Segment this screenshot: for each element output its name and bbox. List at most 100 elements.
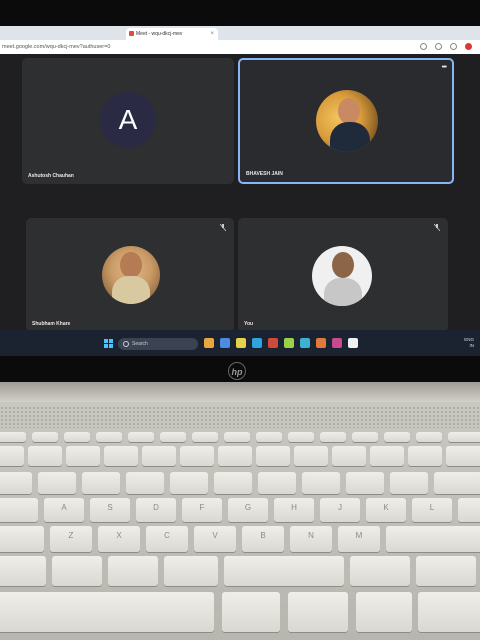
key[interactable] (294, 446, 328, 466)
key[interactable] (288, 432, 314, 442)
app-icon[interactable] (284, 338, 294, 348)
key[interactable] (408, 446, 442, 466)
key[interactable] (82, 472, 120, 494)
folder-icon[interactable] (236, 338, 246, 348)
participant-tile[interactable]: A Ashutosh Chauhan (22, 58, 234, 184)
app-icon[interactable] (316, 338, 326, 348)
start-icon[interactable] (104, 339, 113, 348)
key[interactable] (64, 432, 90, 442)
key[interactable] (222, 592, 280, 632)
key[interactable] (214, 472, 252, 494)
key[interactable] (370, 446, 404, 466)
key-g[interactable]: G (228, 498, 268, 522)
key[interactable] (346, 472, 384, 494)
arrow-left-key[interactable] (356, 592, 412, 632)
app-icon[interactable] (348, 338, 358, 348)
shift-key[interactable] (0, 526, 44, 552)
key-d[interactable]: D (136, 498, 176, 522)
app-icon[interactable] (204, 338, 214, 348)
key[interactable] (320, 432, 346, 442)
key[interactable] (434, 472, 480, 494)
key[interactable] (446, 446, 480, 466)
taskbar-search[interactable]: Search (118, 338, 198, 350)
key[interactable] (0, 432, 26, 442)
key[interactable] (458, 498, 480, 522)
key[interactable] (66, 446, 100, 466)
participant-tile-active[interactable]: ••• BHAVESH JAIN (238, 58, 454, 184)
key-m[interactable]: M (338, 526, 380, 552)
fn-key[interactable] (52, 556, 102, 586)
alt-key-right[interactable] (350, 556, 410, 586)
key-k[interactable]: K (366, 498, 406, 522)
photo: Meet - wqu-dkcj-mev × meet.google.com/wq… (0, 0, 480, 640)
alt-key[interactable] (164, 556, 218, 586)
key-row (0, 592, 480, 632)
key-s[interactable]: S (90, 498, 130, 522)
arrow-right-key[interactable] (418, 592, 480, 632)
key-j[interactable]: J (320, 498, 360, 522)
key[interactable] (302, 472, 340, 494)
key[interactable] (142, 446, 176, 466)
key-h[interactable]: H (274, 498, 314, 522)
key[interactable] (192, 432, 218, 442)
app-icon[interactable] (220, 338, 230, 348)
key[interactable] (352, 432, 378, 442)
key-v[interactable]: V (194, 526, 236, 552)
key-x[interactable]: X (98, 526, 140, 552)
share-icon[interactable] (420, 43, 427, 50)
key[interactable] (332, 446, 366, 466)
key-a[interactable]: A (44, 498, 84, 522)
key-f[interactable]: F (182, 498, 222, 522)
key[interactable] (32, 432, 58, 442)
shift-key-right[interactable] (386, 526, 480, 552)
key[interactable] (38, 472, 76, 494)
browser-tab-bar: Meet - wqu-dkcj-mev × (0, 26, 480, 40)
address-bar[interactable]: meet.google.com/wqu-dkcj-mev?authuser=0 (0, 40, 480, 55)
key[interactable] (128, 432, 154, 442)
bookmark-icon[interactable] (435, 43, 442, 50)
profile-icon[interactable] (465, 43, 472, 50)
key-b[interactable]: B (242, 526, 284, 552)
app-icon[interactable] (268, 338, 278, 348)
more-options-icon[interactable]: ••• (442, 64, 447, 71)
key[interactable] (160, 432, 186, 442)
key[interactable] (384, 432, 410, 442)
url-text: meet.google.com/wqu-dkcj-mev?authuser=0 (2, 44, 111, 50)
arrow-key[interactable] (416, 556, 476, 586)
key[interactable] (104, 446, 138, 466)
key[interactable] (126, 472, 164, 494)
key[interactable] (256, 432, 282, 442)
edge-icon[interactable] (252, 338, 262, 348)
extensions-icon[interactable] (450, 43, 457, 50)
participant-avatar (312, 246, 372, 306)
key[interactable] (288, 592, 348, 632)
key[interactable] (180, 446, 214, 466)
key-z[interactable]: Z (50, 526, 92, 552)
key-n[interactable]: N (290, 526, 332, 552)
space-bar[interactable] (0, 592, 214, 632)
win-key[interactable] (108, 556, 158, 586)
key-l[interactable]: L (412, 498, 452, 522)
app-icon[interactable] (332, 338, 342, 348)
key[interactable] (258, 472, 296, 494)
browser-tab[interactable]: Meet - wqu-dkcj-mev × (126, 28, 218, 40)
caps-key[interactable] (0, 498, 38, 522)
space-key[interactable] (224, 556, 344, 586)
app-icon[interactable] (300, 338, 310, 348)
key[interactable] (448, 432, 480, 442)
key[interactable] (0, 446, 24, 466)
key[interactable] (218, 446, 252, 466)
key[interactable] (224, 432, 250, 442)
key[interactable] (170, 472, 208, 494)
tray-region[interactable]: IN (464, 343, 475, 349)
ctrl-key[interactable] (0, 556, 46, 586)
key[interactable] (28, 446, 62, 466)
key-c[interactable]: C (146, 526, 188, 552)
close-tab-icon[interactable]: × (210, 28, 214, 40)
key[interactable] (96, 432, 122, 442)
tab-key[interactable] (0, 472, 32, 494)
key[interactable] (416, 432, 442, 442)
key[interactable] (390, 472, 428, 494)
key[interactable] (256, 446, 290, 466)
mic-off-icon (434, 224, 440, 231)
